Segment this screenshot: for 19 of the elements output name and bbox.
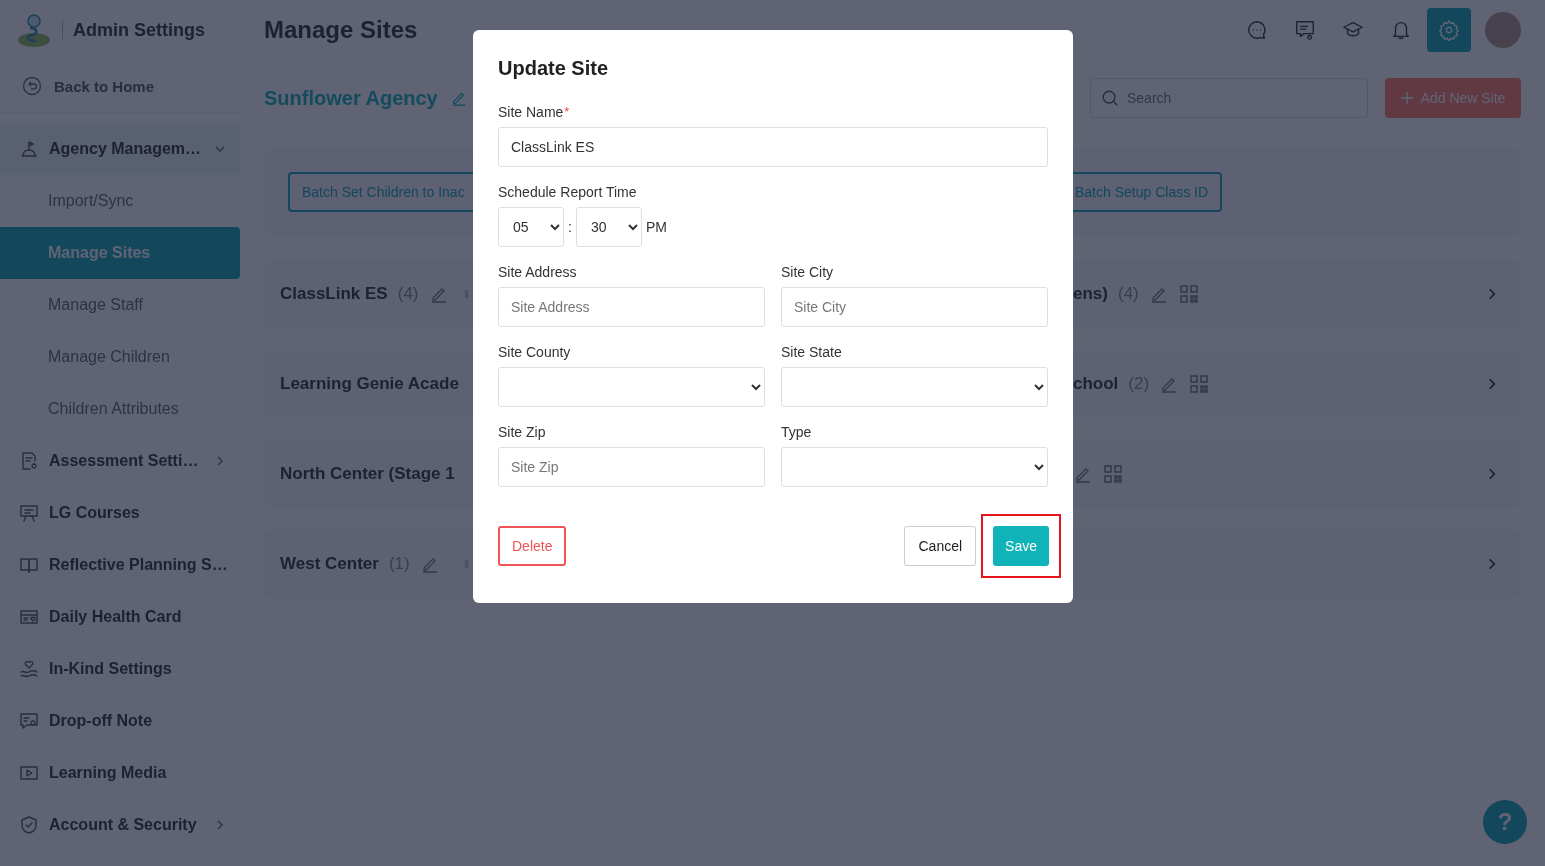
required-mark: *	[564, 104, 570, 121]
site-name: North Center (Stage 1	[280, 464, 455, 484]
site-name: ens)	[1073, 284, 1108, 304]
dialog-title: Update Site	[498, 56, 610, 80]
time-period: PM	[645, 219, 667, 235]
field-label: Site Address	[498, 264, 577, 281]
app-title: Admin Settings	[73, 19, 205, 41]
agency-name: Sunflower Agency	[264, 86, 438, 110]
field-label: Schedule Report Time	[498, 184, 637, 201]
site-name: chool	[1073, 374, 1119, 394]
time-separator: :	[568, 219, 572, 235]
field-label: Type	[781, 424, 812, 441]
site-name: West Center	[280, 554, 379, 574]
site-name: Learning Genie Acade	[280, 374, 459, 394]
field-label: Site Zip	[498, 424, 546, 441]
site-name: ClassLink ES	[280, 284, 388, 304]
field-label: Site City	[781, 264, 834, 281]
page-title: Manage Sites	[264, 16, 418, 44]
field-label: Site Name	[498, 104, 564, 121]
